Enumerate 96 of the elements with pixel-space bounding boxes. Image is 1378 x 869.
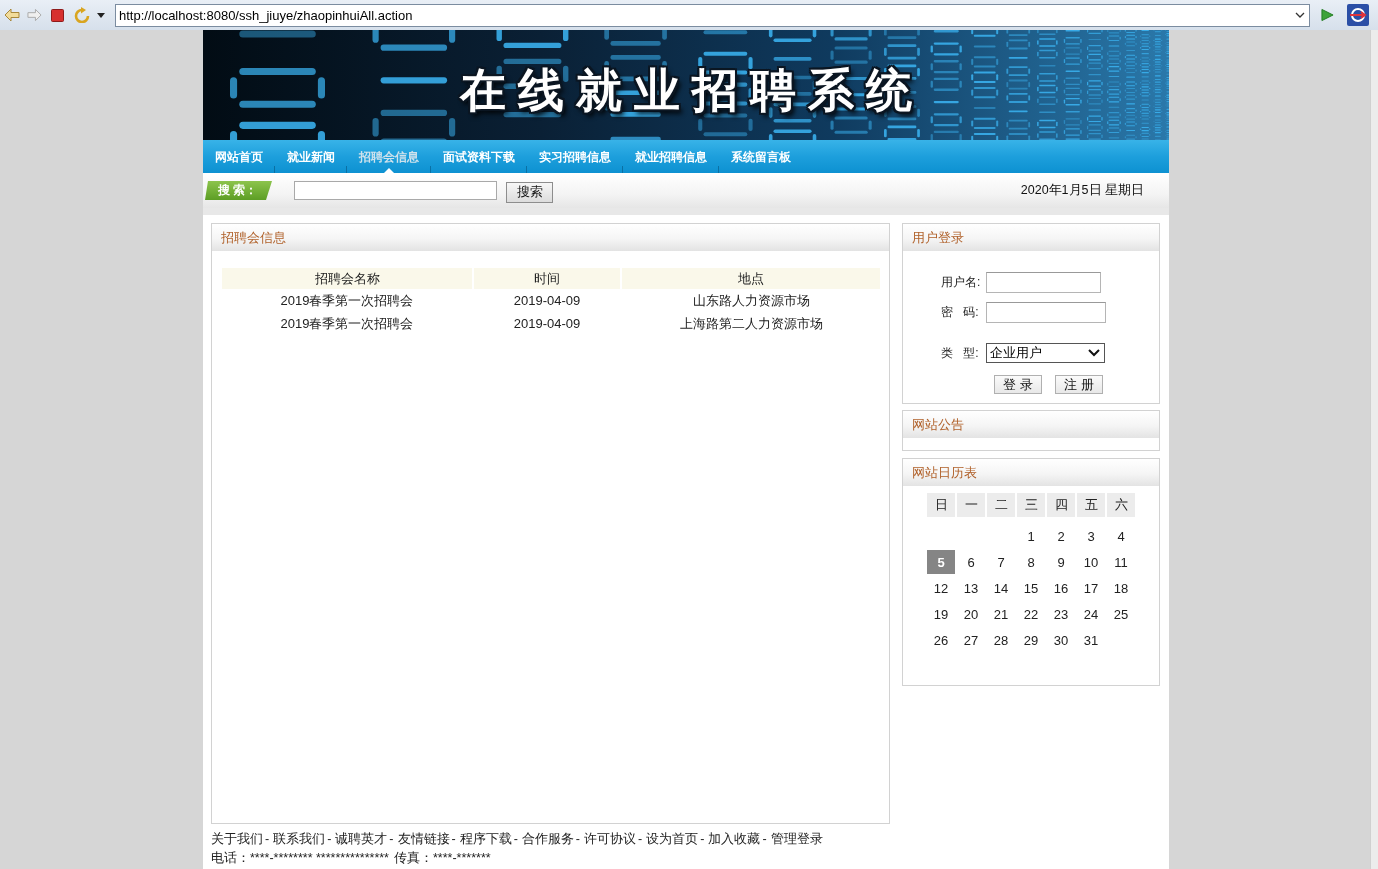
calendar-day[interactable]: 29 <box>1017 628 1045 652</box>
panel-title: 网站公告 <box>912 415 964 434</box>
weekday-header: 五 <box>1077 493 1105 517</box>
separator-text: - <box>513 831 518 848</box>
calendar-day[interactable]: 25 <box>1107 602 1135 626</box>
calendar-day[interactable]: 30 <box>1047 628 1075 652</box>
username-field[interactable] <box>986 272 1101 293</box>
type-select[interactable]: 企业用户 <box>986 343 1105 363</box>
fax-text: 传真：****-******* <box>394 850 491 867</box>
separator-text: - <box>575 831 581 848</box>
field-label: 密 码: <box>941 304 980 321</box>
separator-text: - <box>327 831 332 848</box>
forward-arrow-icon[interactable] <box>27 8 42 22</box>
panel-title: 招聘会信息 <box>221 228 286 247</box>
weekday-header: 一 <box>957 493 985 517</box>
caret-icon[interactable] <box>97 12 105 18</box>
chevron-down-icon[interactable] <box>1295 12 1305 18</box>
calendar-day[interactable]: 2 <box>1047 524 1075 548</box>
field-label: 用户名: <box>941 274 982 291</box>
calendar-day[interactable]: 18 <box>1107 576 1135 600</box>
column-header: 招聘会名称 <box>222 268 472 289</box>
calendar-day[interactable]: 6 <box>957 550 985 574</box>
calendar-day[interactable]: 9 <box>1047 550 1075 574</box>
table-cell-text: 上海路第二人力资源市场 <box>678 314 824 333</box>
table-cell-text: 2019春季第一次招聘会 <box>279 291 415 310</box>
footer-link[interactable]: 诚聘英才 <box>335 830 388 849</box>
calendar-day[interactable]: 3 <box>1077 524 1105 548</box>
calendar-day[interactable]: 26 <box>927 628 955 652</box>
separator-text: - <box>638 831 643 848</box>
calendar-day[interactable]: 13 <box>957 576 985 600</box>
footer-link[interactable]: 关于我们 <box>211 830 263 849</box>
play-icon[interactable] <box>1321 8 1334 22</box>
search-label: 搜 索： <box>205 181 272 200</box>
field-label: 类 型: <box>941 344 980 362</box>
password-field[interactable] <box>986 302 1106 323</box>
chevron-down-icon[interactable] <box>1088 349 1100 357</box>
search-field[interactable] <box>294 181 497 200</box>
stop-icon[interactable] <box>51 8 64 22</box>
calendar-day[interactable]: 12 <box>927 576 955 600</box>
separator-text: - <box>451 831 456 848</box>
calendar-day[interactable]: 17 <box>1077 576 1105 600</box>
footer-link[interactable]: 合作服务 <box>521 830 574 849</box>
login-button[interactable]: 登 录 <box>994 375 1042 394</box>
register-button[interactable]: 注 册 <box>1055 375 1103 394</box>
weekday-header: 四 <box>1047 493 1075 517</box>
separator-text: - <box>762 831 767 848</box>
calendar-day[interactable]: 7 <box>987 550 1015 574</box>
column-header: 地点 <box>622 268 880 289</box>
footer-link[interactable]: 加入收藏 <box>708 830 761 849</box>
calendar-day[interactable]: 8 <box>1017 550 1045 574</box>
calendar-day[interactable]: 15 <box>1017 576 1045 600</box>
weekday-header: 二 <box>987 493 1015 517</box>
address-field[interactable]: http://localhost:8080/ssh_jiuye/zhaopinhuiAll.action <box>115 3 1310 27</box>
pointer-icon <box>384 168 394 173</box>
table-cell-text: 2019-04-09 <box>512 292 582 310</box>
weekday-header: 六 <box>1107 493 1135 517</box>
footer-link[interactable]: 友情链接 <box>397 830 450 849</box>
calendar-day[interactable]: 20 <box>957 602 985 626</box>
footer-link[interactable]: 联系我们 <box>273 830 326 849</box>
table-cell-text: 山东路人力资源市场 <box>691 291 811 310</box>
separator-text: - <box>265 831 270 848</box>
calendar-day[interactable]: 10 <box>1077 550 1105 574</box>
panel-title: 用户登录 <box>912 228 964 247</box>
phone-text: 电话：****-******** *************** <box>211 850 389 867</box>
footer-link[interactable]: 管理登录 <box>770 830 823 849</box>
table-cell-text: 2019春季第一次招聘会 <box>279 314 415 333</box>
back-arrow-icon[interactable] <box>4 8 20 22</box>
date-text: 2020年1月5日 星期日 <box>1020 182 1144 199</box>
calendar-day[interactable]: 28 <box>987 628 1015 652</box>
footer-link[interactable]: 许可协议 <box>584 830 637 849</box>
calendar-day[interactable]: 1 <box>1017 524 1045 548</box>
column-header: 时间 <box>474 268 620 289</box>
separator-text: - <box>389 831 394 848</box>
refresh-icon[interactable] <box>74 7 90 23</box>
calendar-day[interactable]: 21 <box>987 602 1015 626</box>
footer-link[interactable]: 设为首页 <box>646 830 699 849</box>
separator-text: - <box>700 831 705 848</box>
weekday-header: 日 <box>927 493 955 517</box>
table-cell-text: 2019-04-09 <box>512 315 582 333</box>
calendar-day[interactable]: 11 <box>1107 550 1135 574</box>
calendar-day[interactable]: 24 <box>1077 602 1105 626</box>
calendar-day[interactable]: 4 <box>1107 524 1135 548</box>
weekday-header: 三 <box>1017 493 1045 517</box>
calendar-day[interactable]: 5 <box>927 550 955 574</box>
calendar-day[interactable]: 16 <box>1047 576 1075 600</box>
site-title: 在线就业招聘系统 <box>458 64 924 116</box>
panel-title: 网站日历表 <box>912 463 977 482</box>
scrollbar[interactable] <box>1370 30 1378 869</box>
calendar-day[interactable]: 22 <box>1017 602 1045 626</box>
calendar-day[interactable]: 27 <box>957 628 985 652</box>
search-button[interactable]: 搜索 <box>506 181 553 203</box>
footer-link[interactable]: 程序下载 <box>459 830 512 849</box>
calendar-day[interactable]: 19 <box>927 602 955 626</box>
calendar-day[interactable]: 31 <box>1077 628 1105 652</box>
calendar-day[interactable]: 14 <box>987 576 1015 600</box>
calendar-day[interactable]: 23 <box>1047 602 1075 626</box>
